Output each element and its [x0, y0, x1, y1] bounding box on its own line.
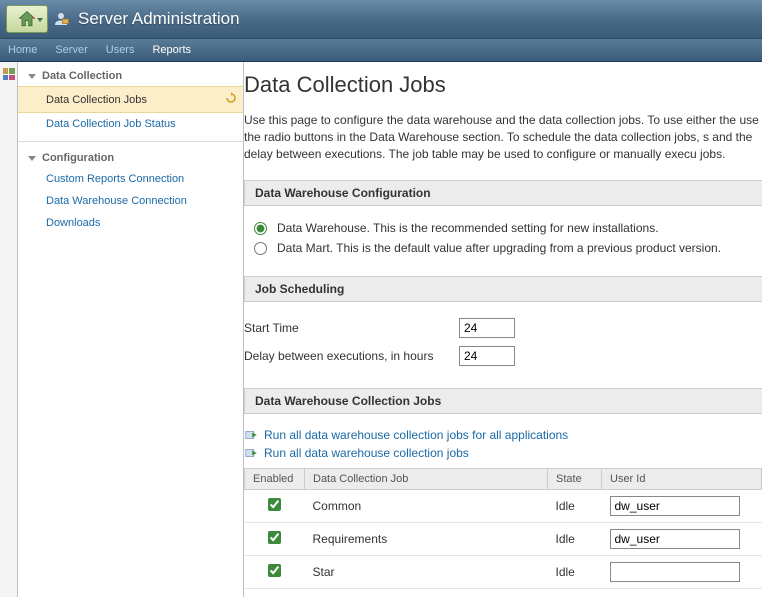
nav-home[interactable]: Home — [8, 44, 37, 56]
row-job-name: Star — [305, 556, 548, 589]
jobs-table: Enabled Data Collection Job State User I… — [244, 468, 762, 589]
topbar: Server Administration — [0, 0, 762, 38]
main-content: Data Collection Jobs Use this page to co… — [244, 62, 762, 597]
sidebar-section-configuration[interactable]: Configuration — [18, 148, 243, 168]
intro-text: Use this page to configure the data ware… — [244, 112, 762, 162]
row-state: Idle — [548, 556, 602, 589]
refresh-icon[interactable] — [225, 92, 237, 107]
row-enabled-checkbox[interactable] — [268, 498, 281, 511]
home-dropdown-button[interactable] — [6, 5, 48, 33]
sidebar-section-data-collection[interactable]: Data Collection — [18, 66, 243, 86]
section-dw-jobs: Data Warehouse Collection Jobs — [244, 388, 762, 414]
row-job-name: Requirements — [305, 523, 548, 556]
navbar: Home Server Users Reports — [0, 38, 762, 62]
row-state: Idle — [548, 523, 602, 556]
col-state: State — [548, 469, 602, 490]
admin-icon — [52, 10, 70, 28]
col-user: User Id — [602, 469, 762, 490]
sidebar-item-data-collection-job-status[interactable]: Data Collection Job Status — [18, 113, 243, 135]
start-time-label: Start Time — [244, 321, 459, 335]
row-enabled-checkbox[interactable] — [268, 531, 281, 544]
delay-input[interactable] — [459, 346, 515, 366]
section-dw-config: Data Warehouse Configuration — [244, 180, 762, 206]
nav-server[interactable]: Server — [55, 44, 87, 56]
link-run-all[interactable]: Run all data warehouse collection jobs — [264, 446, 469, 460]
radio-data-warehouse-label: Data Warehouse. This is the recommended … — [277, 221, 659, 235]
section-job-scheduling: Job Scheduling — [244, 276, 762, 302]
row-job-name: Common — [305, 490, 548, 523]
content-heading: Data Collection Jobs — [244, 72, 762, 98]
run-icon — [244, 428, 258, 442]
sidebar-item-data-warehouse-connection[interactable]: Data Warehouse Connection — [18, 190, 243, 212]
delay-label: Delay between executions, in hours — [244, 349, 459, 363]
start-time-input[interactable] — [459, 318, 515, 338]
table-row: Requirements Idle — [245, 523, 762, 556]
link-run-all-apps[interactable]: Run all data warehouse collection jobs f… — [264, 428, 568, 442]
collapse-icon — [28, 156, 36, 161]
table-row: Star Idle — [245, 556, 762, 589]
row-enabled-checkbox[interactable] — [268, 564, 281, 577]
sidebar-item-data-collection-jobs[interactable]: Data Collection Jobs — [18, 86, 243, 113]
col-job: Data Collection Job — [305, 469, 548, 490]
sidebar-item-downloads[interactable]: Downloads — [18, 212, 243, 234]
page-title: Server Administration — [78, 9, 240, 29]
row-user-input[interactable] — [610, 529, 740, 549]
nav-users[interactable]: Users — [106, 44, 135, 56]
row-user-input[interactable] — [610, 562, 740, 582]
chevron-down-icon — [37, 18, 43, 22]
radio-data-warehouse[interactable] — [254, 222, 267, 235]
table-row: Common Idle — [245, 490, 762, 523]
run-icon — [244, 446, 258, 460]
house-icon — [17, 9, 37, 29]
sidebar: Data Collection Data Collection Jobs Dat… — [18, 62, 244, 597]
radio-data-mart-label: Data Mart. This is the default value aft… — [277, 241, 721, 255]
sidebar-item-custom-reports-connection[interactable]: Custom Reports Connection — [18, 168, 243, 190]
collapse-icon — [28, 74, 36, 79]
dashboard-grid-icon[interactable] — [3, 68, 15, 80]
col-enabled: Enabled — [245, 469, 305, 490]
radio-data-mart[interactable] — [254, 242, 267, 255]
row-state: Idle — [548, 490, 602, 523]
left-rail — [0, 62, 18, 597]
row-user-input[interactable] — [610, 496, 740, 516]
nav-reports[interactable]: Reports — [152, 44, 191, 56]
